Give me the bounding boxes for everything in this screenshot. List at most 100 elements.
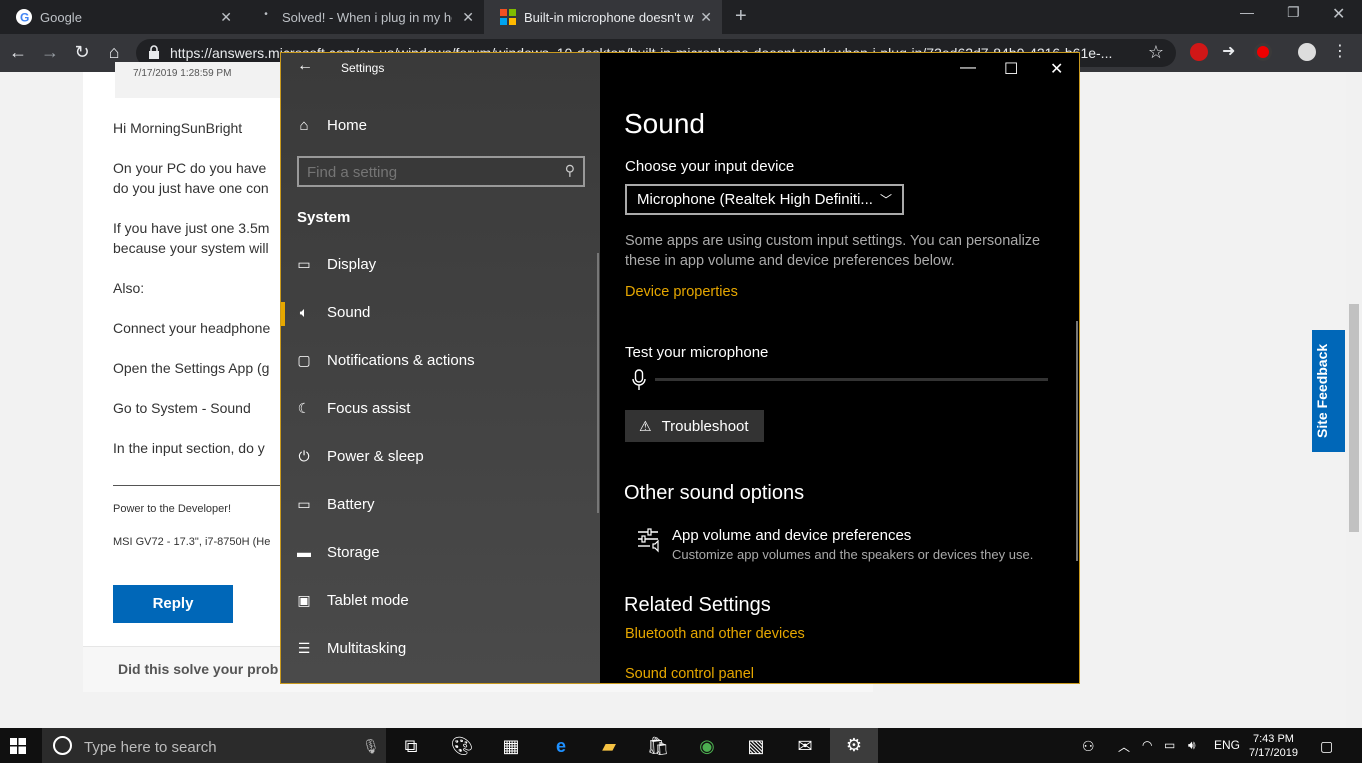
post-line: In the input section, do y (113, 440, 265, 456)
sidebar-item-multitasking[interactable]: ☰ Multitasking (281, 626, 600, 670)
sidebar-item-storage[interactable]: ▬ Storage (281, 530, 600, 574)
sidebar-item-battery[interactable]: ▭ Battery (281, 482, 600, 526)
sidebar-scrollbar[interactable] (597, 253, 599, 513)
language-indicator[interactable]: ENG (1214, 738, 1240, 752)
microsoft-icon (500, 9, 516, 25)
reply-button[interactable]: Reply (113, 585, 233, 623)
notifications-icon: ▢ (297, 351, 311, 368)
sidebar-item-label: Sound (327, 303, 371, 321)
page-title: Sound (624, 108, 705, 139)
bookmark-star-icon[interactable]: ☆ (1148, 42, 1164, 63)
moon-icon: ☾ (297, 399, 311, 416)
post-date: 7/17/2019 1:28:59 PM (133, 68, 232, 79)
sidebar-item-label: Display (327, 255, 377, 273)
sidebar-item-focus-assist[interactable]: ☾ Focus assist (281, 386, 600, 430)
search-icon[interactable]: ⚲ (565, 162, 575, 179)
maximize-icon[interactable]: ☐ (1004, 59, 1018, 79)
wifi-icon[interactable]: ◠ (1142, 738, 1152, 752)
find-setting-input[interactable] (307, 162, 547, 182)
microphone-level-meter (655, 378, 1048, 381)
post-line: Open the Settings App (g (113, 360, 270, 376)
close-icon[interactable]: ✕ (1050, 59, 1063, 79)
microphone-icon[interactable]: 🎙︎ (362, 738, 380, 755)
sidebar-item-label: Storage (327, 543, 380, 561)
tab-solved[interactable]: • Solved! - When i plug in my headset ✕ (242, 0, 484, 34)
scrollbar-thumb[interactable] (1349, 304, 1359, 532)
forward-arrow-icon[interactable]: → (38, 40, 62, 64)
sidebar-item-label: Focus assist (327, 399, 411, 417)
sound-control-panel-link[interactable]: Sound control panel (625, 666, 754, 682)
power-icon: ⏻ (298, 447, 310, 464)
minimize-icon[interactable]: — (960, 59, 976, 77)
home-icon: ⌂ (299, 116, 309, 134)
volume-icon[interactable]: 🔊︎ (1188, 738, 1196, 753)
tab-google[interactable]: G Google ✕ (0, 0, 242, 34)
chrome-icon[interactable]: ◉ (695, 734, 719, 758)
solve-question-text: Did this solve your prob (118, 661, 279, 677)
input-device-value: Microphone (Realtek High Definiti... (637, 191, 873, 208)
tab-built-in-microphone[interactable]: Built-in microphone doesn't work ✕ (484, 0, 722, 34)
site-feedback-button[interactable]: Site Feedback (1312, 330, 1345, 452)
system-clock[interactable]: 7:43 PM 7/17/2019 (1249, 732, 1298, 760)
sidebar-item-notifications[interactable]: ▢ Notifications & actions (281, 338, 600, 382)
sidebar-item-tablet-mode[interactable]: ▣ Tablet mode (281, 578, 600, 622)
record-icon[interactable] (1254, 43, 1272, 61)
test-microphone-label: Test your microphone (625, 344, 769, 361)
window-title: Settings (341, 61, 385, 75)
post-line: On your PC do you have (113, 160, 267, 176)
sidebar-item-power-sleep[interactable]: ⏻ Power & sleep (281, 434, 600, 478)
microphone-icon (632, 369, 646, 390)
settings-gear-icon[interactable]: ⚙ (830, 728, 878, 763)
new-tab-icon[interactable]: + (735, 5, 747, 28)
profile-avatar[interactable] (1298, 43, 1316, 61)
extension-arrow-icon[interactable]: ➜ (1222, 43, 1240, 61)
close-tab-icon[interactable]: ✕ (220, 9, 232, 26)
sidebar-item-display[interactable]: ▭ Display (281, 242, 600, 286)
task-view-icon[interactable]: ⧉ (399, 734, 423, 758)
sidebar-item-sound[interactable]: 🔈︎ Sound (281, 290, 600, 334)
home-nav-item[interactable]: ⌂ Home (295, 113, 367, 137)
back-arrow-icon[interactable]: ← (6, 40, 30, 64)
settings-window: ← Settings ⌂ Home ⚲ System ▭ Display 🔈︎ … (280, 52, 1080, 684)
find-setting-box[interactable]: ⚲ (297, 156, 585, 187)
troubleshoot-button[interactable]: ⚠ Troubleshoot (625, 410, 764, 442)
windows-start-icon[interactable] (10, 738, 26, 754)
store-icon[interactable]: 🛍︎ (646, 734, 670, 758)
reload-icon[interactable]: ↻ (70, 40, 94, 64)
taskbar-search-placeholder: Type here to search (84, 739, 217, 756)
mail-icon[interactable]: ✉ (793, 734, 817, 758)
minimize-icon[interactable]: — (1240, 4, 1254, 20)
post-line: Connect your headphone (113, 320, 271, 336)
close-tab-icon[interactable]: ✕ (462, 9, 474, 26)
taskbar-search-box[interactable]: Type here to search 🎙︎ (42, 728, 386, 763)
chevron-up-icon[interactable]: ︿ (1118, 738, 1130, 755)
action-center-icon[interactable]: ▢ (1320, 738, 1333, 755)
tablet-icon: ▣ (297, 591, 311, 608)
site-feedback-label: Site Feedback (1314, 343, 1330, 438)
extension-hand-icon[interactable] (1190, 43, 1208, 61)
svg-text:G: G (20, 11, 29, 25)
close-window-icon[interactable]: ✕ (1332, 4, 1345, 24)
menu-icon[interactable]: ⋮ (1332, 43, 1350, 61)
clock-time: 7:43 PM (1252, 733, 1294, 745)
back-arrow-icon[interactable]: ← (297, 57, 313, 75)
settings-sidebar: ← Settings ⌂ Home ⚲ System ▭ Display 🔈︎ … (281, 53, 600, 683)
close-tab-icon[interactable]: ✕ (700, 9, 712, 26)
bluetooth-devices-link[interactable]: Bluetooth and other devices (625, 626, 805, 642)
device-properties-link[interactable]: Device properties (625, 284, 738, 300)
paint-app-icon[interactable]: 🎨︎ (450, 734, 474, 758)
post-line: If you have just one 3.5m (113, 220, 270, 236)
battery-icon[interactable]: ▭ (1164, 738, 1175, 752)
people-icon[interactable]: ⚇ (1082, 738, 1095, 755)
media-app-icon[interactable]: ▦ (499, 734, 523, 758)
content-scrollbar[interactable] (1076, 321, 1078, 561)
page-scrollbar[interactable] (1346, 72, 1362, 728)
sidebar-item-label: Multitasking (327, 639, 407, 657)
edge-icon[interactable]: e (549, 734, 573, 758)
photos-app-icon[interactable]: ▧ (744, 734, 768, 758)
input-device-select[interactable]: Microphone (Realtek High Definiti... ﹀ (625, 184, 904, 215)
file-explorer-icon[interactable]: ▰ (597, 734, 621, 758)
restore-icon[interactable]: ❐ (1287, 4, 1300, 21)
app-volume-title: App volume and device preferences (672, 527, 912, 544)
home-icon[interactable]: ⌂ (102, 40, 126, 64)
